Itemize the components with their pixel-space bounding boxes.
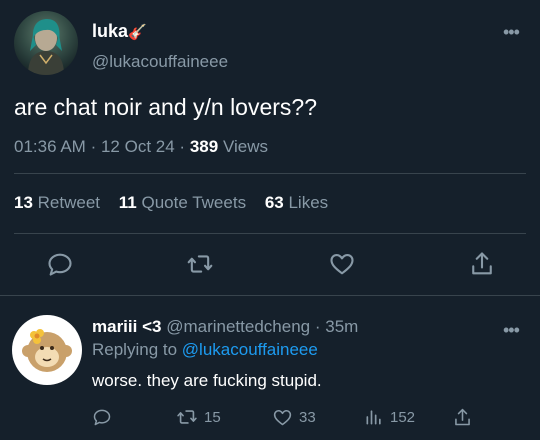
retweets-count: 13 [14,193,33,212]
tweet-text: are chat noir and y/n lovers?? [14,94,318,120]
replying-to-handle[interactable]: @lukacouffaineee [182,340,318,359]
reply-retweet-button[interactable]: 15 [176,406,221,428]
tweet-stats: 13 Retweet 11 Quote Tweets 63 Likes [14,193,342,213]
like-icon[interactable] [328,250,356,278]
reply-author-name[interactable]: mariii <3 [92,317,161,336]
reply-share-button[interactable] [452,406,473,428]
likes-label: Likes [288,193,329,212]
retweets-stat[interactable]: 13 Retweet [14,193,100,212]
reply-time[interactable]: 35m [325,317,358,336]
reply-like-count: 33 [299,408,316,426]
guitar-emoji: 🎸 [128,24,147,41]
reply-separator: · [314,317,321,336]
like-icon [273,409,292,425]
quotes-label: Quote Tweets [141,193,247,212]
tweet-meta: 01:36 AM · 12 Oct 24 · 389 Views [14,137,268,157]
tweet-date[interactable]: 12 Oct 24 [101,137,175,156]
more-horizontal-icon[interactable]: ••• [503,320,520,341]
reply-header: mariii <3 @marinettedcheng · 35m [92,317,358,337]
meta-separator: · [179,137,186,156]
retweet-icon[interactable] [186,250,214,278]
divider [14,233,526,234]
views-count: 389 [189,137,219,156]
retweet-icon [177,410,197,424]
reply-retweet-count: 15 [204,408,221,426]
reply-text: worse. they are fucking stupid. [92,371,322,390]
views-icon [366,410,381,425]
more-horizontal-icon[interactable]: ••• [503,22,520,43]
meta-separator: · [90,137,97,156]
reply-tweet[interactable]: mariii <3 @marinettedcheng · 35m ••• Rep… [0,296,540,440]
replying-to: Replying to @lukacouffaineee [92,340,318,360]
likes-stat[interactable]: 63 Likes [265,193,328,212]
author-name[interactable]: luka [92,21,128,41]
reply-reply-button[interactable] [92,406,112,428]
reply-icon [93,409,111,426]
divider [14,173,526,174]
quotes-stat[interactable]: 11 Quote Tweets [119,193,246,212]
reply-like-button[interactable]: 33 [272,406,316,428]
reply-views-button[interactable]: 152 [364,406,415,428]
likes-count: 63 [264,193,284,212]
author-name-line[interactable]: luka🎸 [92,21,147,42]
share-icon [455,408,470,425]
author-handle[interactable]: @lukacouffaineee [92,52,228,72]
reply-author-handle[interactable]: @marinettedcheng [166,317,310,336]
reply-icon[interactable] [46,250,74,278]
tweet-time[interactable]: 01:36 AM [14,137,86,156]
quotes-count: 11 [118,193,137,212]
author-avatar[interactable] [14,11,78,75]
reply-author-avatar[interactable] [12,315,82,385]
main-tweet: luka🎸 @lukacouffaineee ••• are chat noir… [0,0,540,296]
replying-to-label: Replying to [92,340,178,359]
reply-views-count: 152 [390,408,416,426]
views-label: Views [222,137,268,156]
share-icon[interactable] [468,250,496,278]
retweets-label: Retweet [37,193,101,212]
